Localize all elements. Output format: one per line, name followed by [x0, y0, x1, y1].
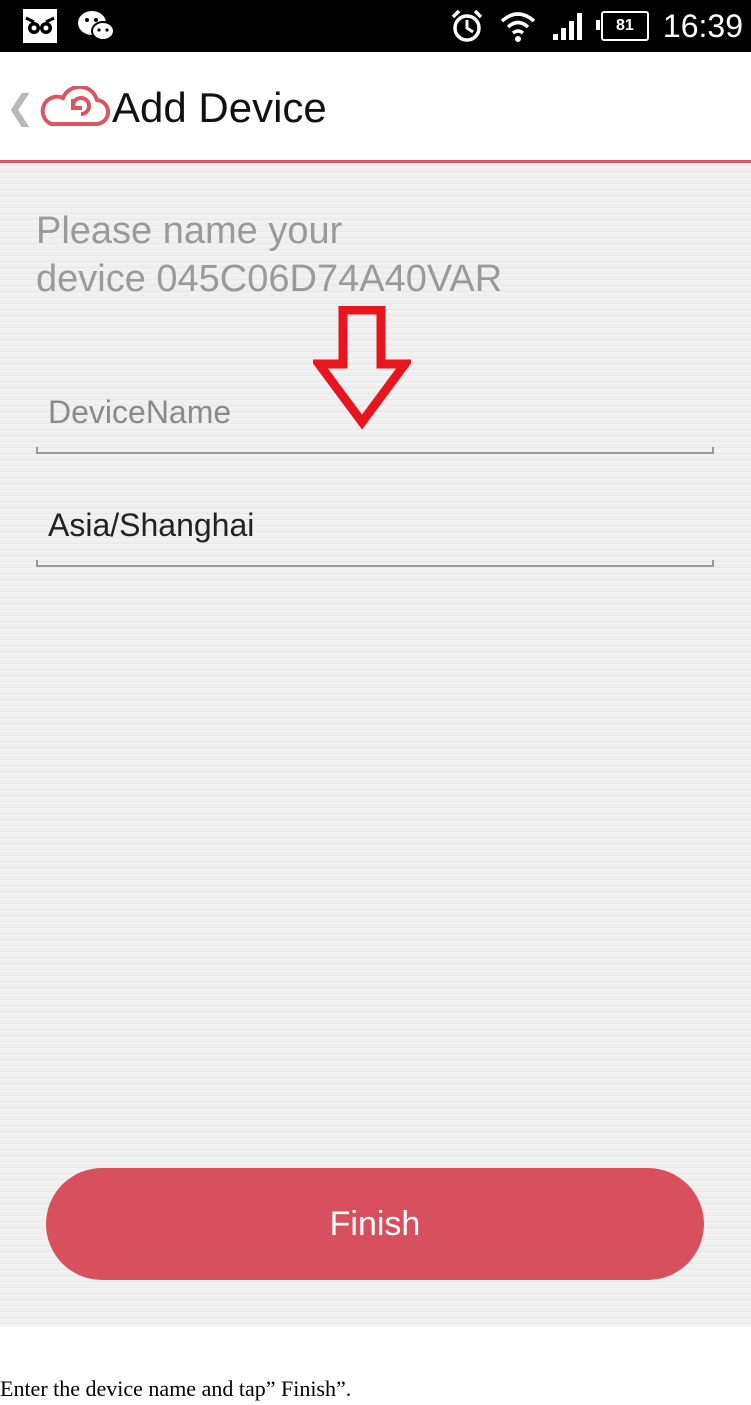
chevron-left-icon: ❮: [6, 88, 35, 128]
cloud-logo-icon: [40, 86, 110, 127]
instruction-text: Please name your device 045C06D74A40VAR: [36, 207, 636, 303]
caption-text: Enter the device name and tap” Finish”.: [0, 1376, 352, 1401]
status-icons: 81 16:39: [449, 0, 743, 52]
finish-button[interactable]: Finish: [46, 1168, 704, 1280]
signal-icon: [552, 13, 582, 40]
wifi-icon: [500, 12, 536, 42]
calendar-cat-icon: [23, 9, 57, 43]
back-button[interactable]: ❮: [6, 80, 111, 136]
field-underline: [36, 447, 714, 454]
add-device-form: Please name your device 045C06D74A40VAR …: [0, 163, 751, 1327]
timezone-field[interactable]: [36, 493, 714, 567]
page-title: Add Device: [112, 84, 327, 131]
app-header: ❮ Add Device: [0, 52, 751, 163]
status-bar: 81 16:39: [0, 0, 751, 52]
battery-icon: 81: [595, 11, 649, 41]
instruction-line-2: device 045C06D74A40VAR: [36, 258, 503, 300]
timezone-input[interactable]: [48, 493, 688, 557]
wechat-icon: [78, 11, 115, 41]
phone-screen: 81 16:39 ❮ Add Device Please name your d…: [0, 0, 751, 1327]
down-arrow-icon: [313, 306, 411, 430]
alarm-icon: [451, 9, 483, 42]
field-underline: [36, 560, 714, 567]
instruction-line-1: Please name your: [36, 210, 343, 252]
status-time: 16:39: [662, 8, 743, 44]
